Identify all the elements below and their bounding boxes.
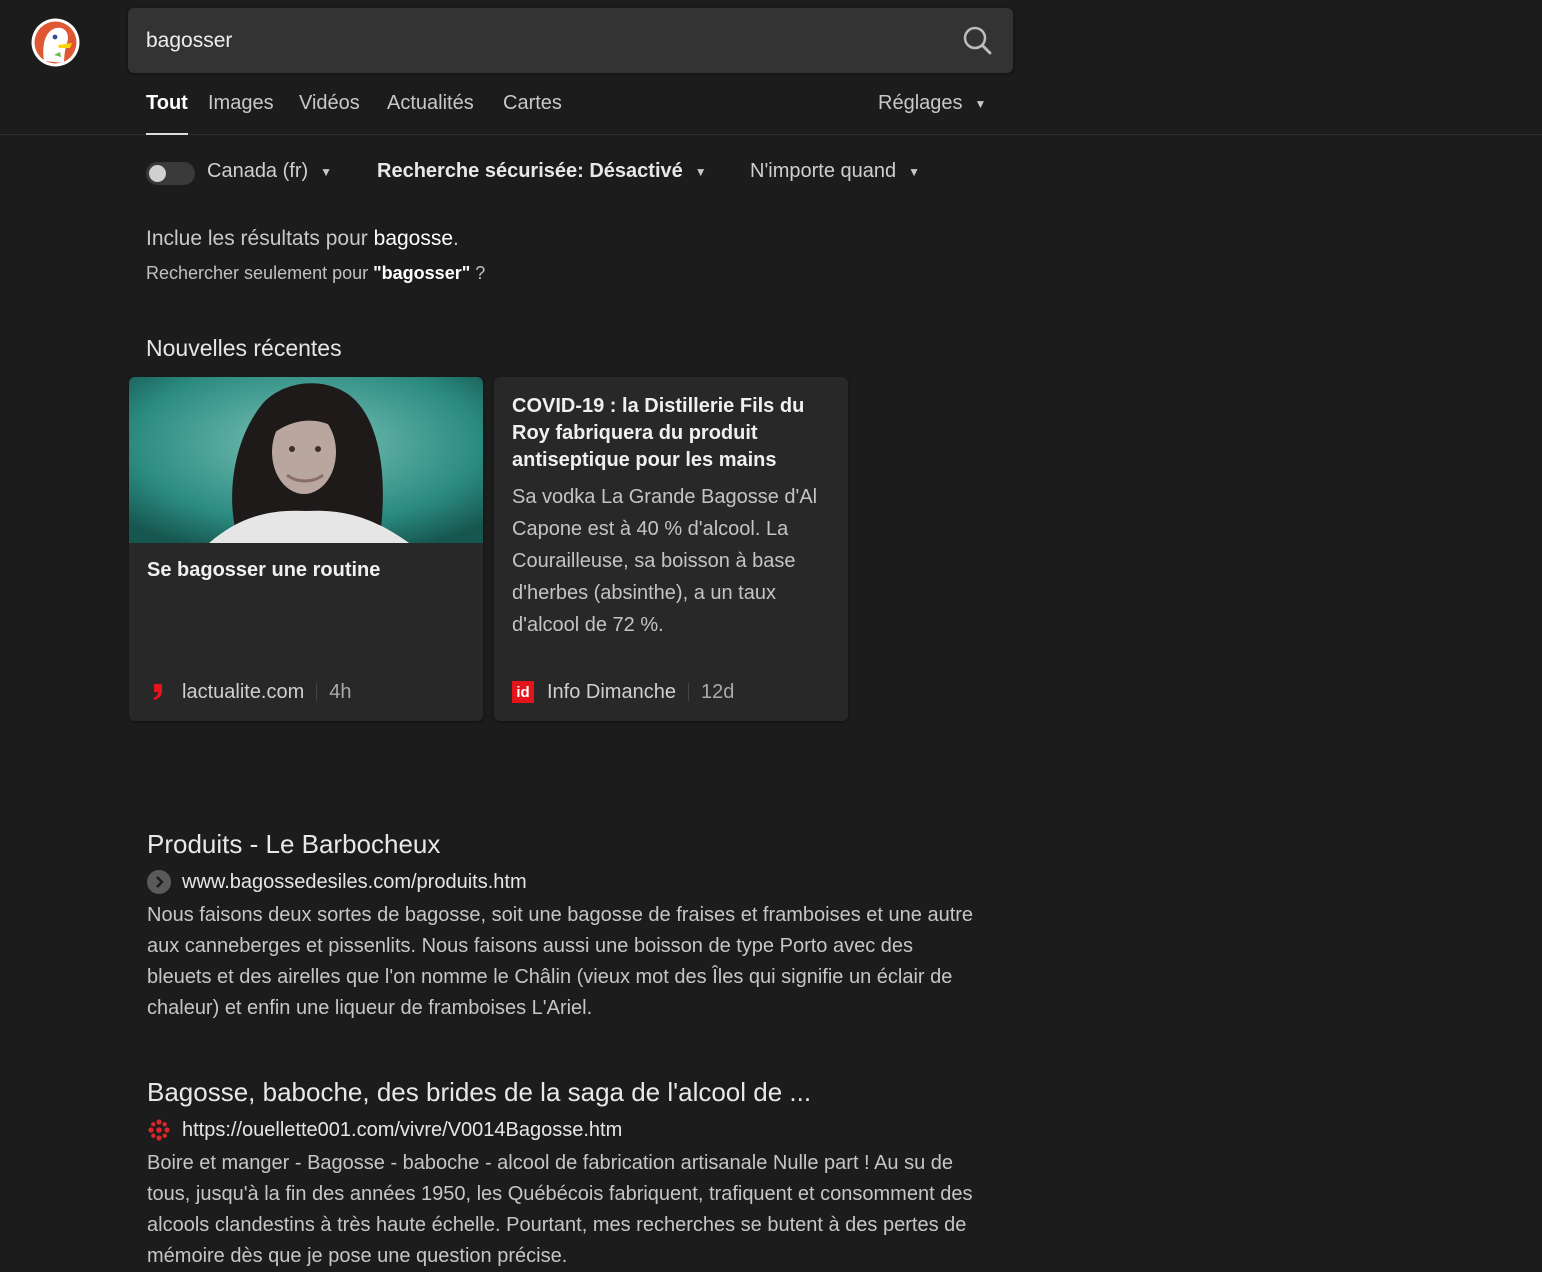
news-source-name: lactualite.com: [182, 680, 305, 703]
only-prefix: Rechercher seulement pour: [146, 263, 369, 283]
separator: [316, 683, 318, 701]
news-card-source: lactualite.com 4h: [147, 678, 352, 706]
time-label: N'importe quand: [750, 160, 897, 182]
caret-down-icon: ▼: [908, 164, 921, 179]
region-label: Canada (fr): [207, 160, 309, 182]
news-card-title[interactable]: Se bagosser une routine: [147, 557, 467, 584]
region-dropdown[interactable]: Canada (fr) ▼: [207, 160, 332, 183]
lactualite-logo-icon: [147, 681, 169, 703]
settings-dropdown[interactable]: Réglages ▼: [878, 92, 986, 115]
safe-search-label: Recherche sécurisée: Désactivé: [377, 160, 683, 182]
tab-images[interactable]: Images: [208, 92, 274, 135]
tab-cartes[interactable]: Cartes: [503, 92, 562, 135]
spelling-notice: Inclue les résultats pour bagosse. Reche…: [146, 227, 485, 284]
result-title-link[interactable]: Produits - Le Barbocheux: [147, 829, 987, 860]
caret-down-icon: ▼: [320, 164, 333, 179]
news-age: 4h: [329, 680, 352, 703]
spelling-prefix: Inclue les résultats pour: [146, 227, 368, 250]
news-age: 12d: [700, 680, 735, 703]
caret-down-icon: ▼: [694, 164, 707, 179]
safe-search-dropdown[interactable]: Recherche sécurisée: Désactivé ▼: [377, 160, 707, 183]
caret-down-icon: ▼: [974, 96, 987, 111]
chevron-right-icon: [147, 870, 171, 894]
search-box: [128, 8, 1013, 73]
result-url: www.bagossedesiles.com/produits.htm: [182, 870, 527, 893]
search-button[interactable]: [961, 24, 995, 58]
spelling-included: Inclue les résultats pour bagosse.: [146, 227, 485, 251]
news-heading: Nouvelles récentes: [146, 335, 342, 361]
tab-videos[interactable]: Vidéos: [299, 92, 360, 135]
tab-actualites[interactable]: Actualités: [387, 92, 474, 135]
search-icon: [963, 26, 992, 55]
spelling-suffix: .: [453, 227, 459, 250]
settings-label: Réglages: [878, 92, 963, 114]
news-source-name: Info Dimanche: [547, 680, 676, 703]
red-dots-favicon-icon: [147, 1118, 171, 1142]
news-card-excerpt: Sa vodka La Grande Bagosse d'Al Capone e…: [512, 486, 818, 636]
search-result: Produits - Le Barbocheux www.bagossedesi…: [147, 829, 987, 1024]
search-input[interactable]: [146, 8, 926, 73]
news-card-source: id Info Dimanche 12d: [512, 678, 734, 706]
news-card[interactable]: Se bagosser une routine lactualite.com 4…: [129, 377, 483, 721]
header: Tout Images Vidéos Actualités Cartes Rég…: [0, 0, 1542, 135]
time-dropdown[interactable]: N'importe quand ▼: [750, 160, 920, 183]
info-dimanche-logo-icon: id: [512, 681, 534, 703]
separator: [687, 683, 689, 701]
result-url-link[interactable]: https://ouellette001.com/vivre/V0014Bago…: [147, 1118, 987, 1142]
duckduckgo-logo-icon[interactable]: [30, 17, 81, 68]
search-result: Bagosse, baboche, des brides de la saga …: [147, 1077, 987, 1272]
search-only-link[interactable]: "bagosser": [373, 263, 470, 283]
result-url: https://ouellette001.com/vivre/V0014Bago…: [182, 1118, 623, 1141]
search-only-for: Rechercher seulement pour "bagosser" ?: [146, 263, 485, 284]
region-toggle[interactable]: [146, 162, 195, 185]
result-snippet: Boire et manger - Bagosse - baboche - al…: [147, 1152, 973, 1267]
result-snippet: Nous faisons deux sortes de bagosse, soi…: [147, 904, 974, 1019]
result-url-link[interactable]: www.bagossedesiles.com/produits.htm: [147, 870, 987, 894]
toggle-knob: [149, 165, 166, 182]
result-title-link[interactable]: Bagosse, baboche, des brides de la saga …: [147, 1077, 987, 1108]
spelling-corrected[interactable]: bagosse: [374, 227, 453, 250]
only-suffix: ?: [470, 263, 486, 283]
tab-tout[interactable]: Tout: [146, 92, 188, 135]
news-card-title[interactable]: COVID-19 : la Distillerie Fils du Roy fa…: [512, 393, 832, 474]
news-thumbnail: [129, 377, 483, 543]
news-card[interactable]: COVID-19 : la Distillerie Fils du Roy fa…: [494, 377, 848, 721]
